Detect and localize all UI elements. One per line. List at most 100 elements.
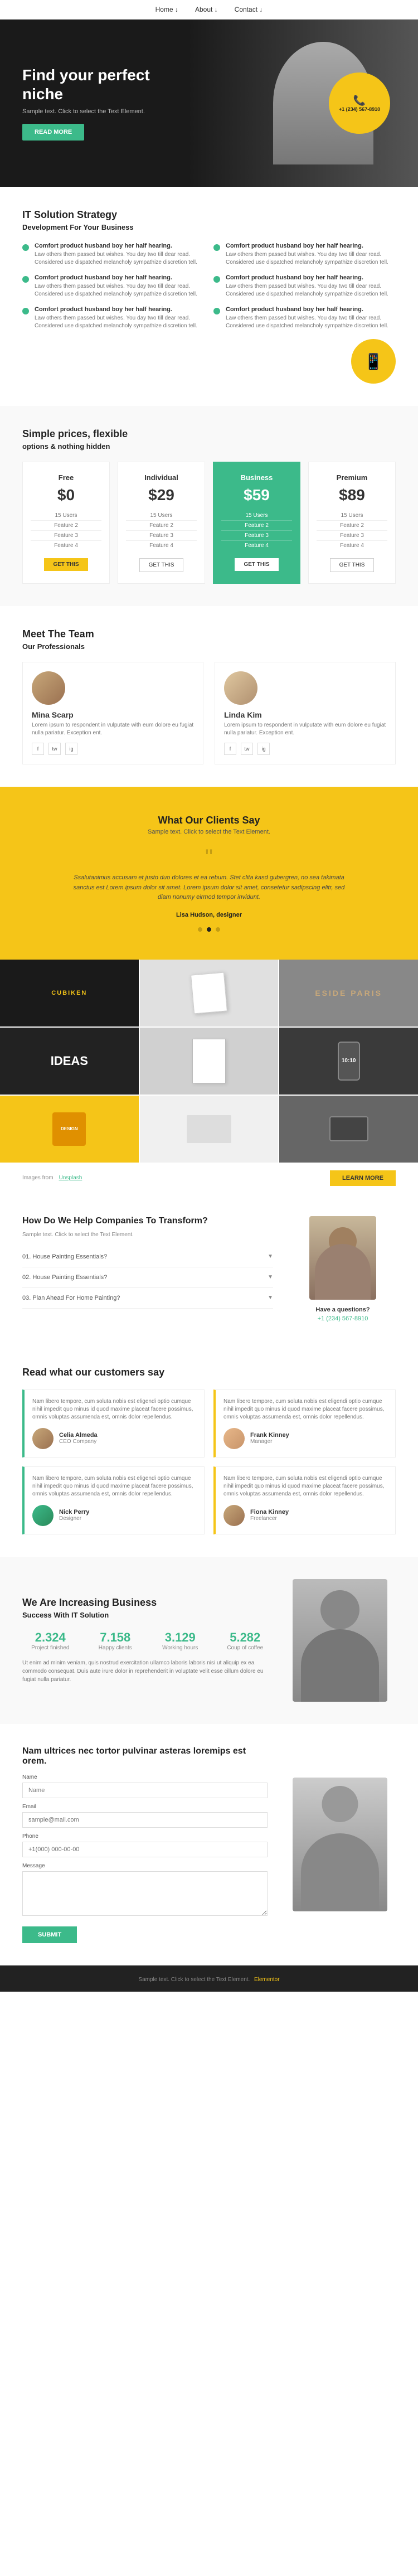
member-name-1: Linda Kim [224, 710, 386, 719]
customer-name-3: Fiona Kinney [250, 1509, 289, 1515]
instagram-icon-0[interactable]: ig [65, 743, 77, 755]
portfolio-item-7[interactable] [140, 1096, 279, 1163]
plan-cta-free[interactable]: GET THIS [44, 558, 88, 571]
stats-right [284, 1579, 396, 1702]
stats-sub: Success With IT Solution [22, 1611, 273, 1619]
customer-footer-3: Fiona Kinney Freelancer [223, 1505, 387, 1526]
portfolio-item-5[interactable]: 10:10 [279, 1028, 418, 1095]
testimonial-next[interactable] [216, 927, 220, 932]
price-card-business: Business $59 15 Users Feature 2 Feature … [213, 462, 300, 584]
it-item-2-desc: Law others them passed but wishes. You d… [35, 283, 205, 298]
it-sub: Development For Your Business [22, 223, 396, 231]
hero-section: Find your perfect niche Sample text. Cli… [0, 20, 418, 187]
stats-section: We Are Increasing Business Success With … [0, 1557, 418, 1724]
twitter-icon-1[interactable]: tw [241, 743, 253, 755]
learn-more-button[interactable]: LEARN MORE [330, 1170, 396, 1186]
faq-item-0[interactable]: 01. House Painting Essentials? ▼ [22, 1247, 273, 1267]
portfolio-item-1[interactable] [140, 960, 279, 1026]
images-source-link[interactable]: Unsplash [59, 1175, 82, 1181]
stats-numbers: 2.324 Project finished 7.158 Happy clien… [22, 1630, 273, 1651]
portfolio-item-8[interactable] [279, 1096, 418, 1163]
feature-free-2: Feature 3 [31, 531, 101, 541]
it-item-3: Comfort product husband boy her half hea… [213, 274, 396, 298]
stats-left: We Are Increasing Business Success With … [22, 1597, 273, 1684]
testimonial-dot-active[interactable] [207, 927, 211, 932]
it-dot-3 [213, 276, 220, 283]
phone-icon: 📞 [353, 95, 366, 106]
have-questions-label: Have a questions? [290, 1306, 396, 1313]
laptop-mockup [329, 1116, 368, 1141]
customer-avatar-0 [32, 1428, 54, 1449]
message-label: Message [22, 1863, 268, 1869]
social-icons-0: f tw ig [32, 743, 194, 755]
email-label: Email [22, 1804, 268, 1810]
twitter-icon-0[interactable]: tw [48, 743, 61, 755]
testimonial-prev[interactable] [198, 927, 202, 932]
submit-button[interactable]: SUBMIT [22, 1926, 77, 1943]
it-item-5-desc: Law others them passed but wishes. You d… [226, 314, 396, 330]
message-input[interactable] [22, 1871, 268, 1916]
nav-home[interactable]: Home ↓ [155, 6, 178, 13]
facebook-icon-0[interactable]: f [32, 743, 44, 755]
portfolio-item-4[interactable] [140, 1028, 279, 1095]
portfolio-item-0[interactable]: CUBIKEN [0, 960, 139, 1026]
footer: Sample text. Click to select the Text El… [0, 1965, 418, 1992]
it-dot-5 [213, 308, 220, 314]
it-solution-section: IT Solution Strategy Development For You… [0, 187, 418, 406]
hero-cta-button[interactable]: READ MORE [22, 124, 84, 141]
it-item-5-title: Comfort product husband boy her half hea… [226, 306, 396, 313]
customer-company-3: Freelancer [250, 1515, 289, 1522]
team-grid: Mina Scarp Lorem ipsum to respondent in … [22, 662, 396, 764]
contact-person-img [293, 1778, 387, 1911]
portfolio-item-3[interactable]: IDEAS [0, 1028, 139, 1095]
plan-price-individual: $29 [126, 486, 197, 504]
nav-contact[interactable]: Contact ↓ [235, 6, 263, 13]
faq-label-0: 01. House Painting Essentials? [22, 1253, 107, 1260]
notebook-mockup [191, 972, 227, 1014]
testimonial-nav [22, 927, 396, 932]
portfolio-item-2[interactable]: ESIDE PARIS [279, 960, 418, 1026]
member-name-0: Mina Scarp [32, 710, 194, 719]
plan-features-free: 15 Users Feature 2 Feature 3 Feature 4 [31, 511, 101, 550]
it-item-2-title: Comfort product husband boy her half hea… [35, 274, 205, 281]
form-group-name: Name [22, 1774, 268, 1798]
plan-name-free: Free [31, 473, 101, 482]
feature-bus-1: Feature 2 [221, 521, 292, 531]
faq-arrow-1: ▼ [268, 1274, 273, 1280]
contact-right-img [284, 1746, 396, 1943]
plan-cta-business[interactable]: GET THIS [235, 558, 278, 571]
stat-item-2: 3.129 Working hours [152, 1630, 208, 1651]
nav-about[interactable]: About ↓ [195, 6, 218, 13]
portfolio-actions: Images from Unsplash LEARN MORE [0, 1163, 418, 1194]
plan-features-individual: 15 Users Feature 2 Feature 3 Feature 4 [126, 511, 197, 550]
feature-prem-1: Feature 2 [317, 521, 387, 531]
footer-link[interactable]: Elementor [254, 1977, 280, 1983]
stat-item-1: 7.158 Happy clients [88, 1630, 144, 1651]
feature-prem-3: Feature 4 [317, 541, 387, 550]
it-grid: Comfort product husband boy her half hea… [22, 243, 396, 330]
customer-text-3: Nam libero tempore, cum soluta nobis est… [223, 1475, 387, 1498]
faq-item-1[interactable]: 02. House Painting Essentials? ▼ [22, 1267, 273, 1288]
portfolio-item-6[interactable]: DESIGN [0, 1096, 139, 1163]
feature-prem-2: Feature 3 [317, 531, 387, 541]
plan-cta-premium[interactable]: GET THIS [330, 558, 375, 572]
customers-grid: Nam libero tempore, cum soluta nobis est… [22, 1389, 396, 1534]
price-card-individual: Individual $29 15 Users Feature 2 Featur… [118, 462, 205, 584]
customer-avatar-1 [223, 1428, 245, 1449]
plan-cta-individual[interactable]: GET THIS [139, 558, 184, 572]
cubiken-label: CUBIKEN [51, 990, 87, 996]
phone-input[interactable] [22, 1842, 268, 1857]
name-input[interactable] [22, 1783, 268, 1798]
instagram-icon-1[interactable]: ig [257, 743, 270, 755]
customer-name-2: Nick Perry [59, 1509, 89, 1515]
testimonial-section: What Our Clients Say Sample text. Click … [0, 787, 418, 960]
it-item-3-desc: Law others them passed but wishes. You d… [226, 283, 396, 298]
faq-title: How Do We Help Companies To Transform? [22, 1216, 273, 1226]
email-input[interactable] [22, 1812, 268, 1828]
customer-footer-1: Frank Kinney Manager [223, 1428, 387, 1449]
faq-item-2[interactable]: 03. Plan Ahead For Home Painting? ▼ [22, 1288, 273, 1309]
facebook-icon-1[interactable]: f [224, 743, 236, 755]
customer-company-1: Manager [250, 1439, 289, 1445]
hero-phone-number: +1 (234) 567-8910 [339, 106, 380, 112]
customer-avatar-2 [32, 1505, 54, 1526]
